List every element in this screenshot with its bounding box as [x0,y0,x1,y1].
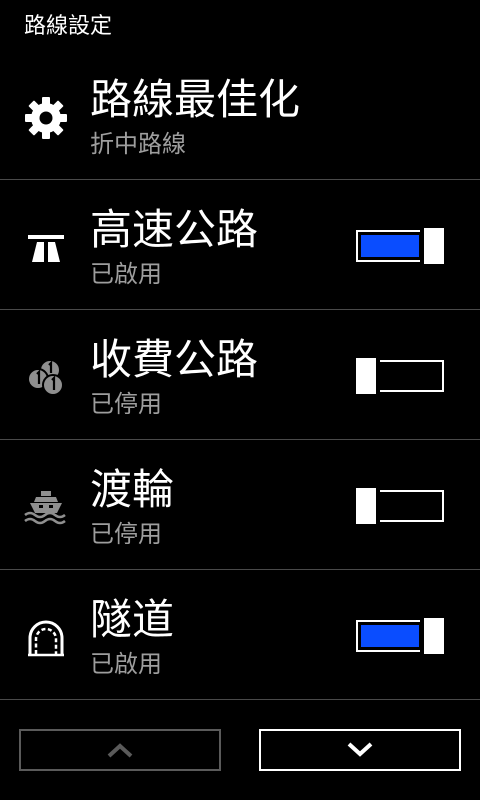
toll-roads-toggle[interactable] [356,358,444,394]
row-status: 已停用 [90,390,162,418]
row-status: 已停用 [90,520,162,548]
toggle-thumb[interactable] [424,228,444,264]
highway-icon [22,224,70,268]
row-title: 渡輪 [90,465,175,514]
ferry-icon [22,484,70,528]
tunnel-icon [22,614,70,658]
ferries-toggle[interactable] [356,488,444,524]
tunnels-toggle[interactable] [356,618,444,654]
scroll-up-button[interactable] [19,729,221,771]
chevron-down-icon [347,742,373,757]
toll-roads-row[interactable]: 收費公路 已停用 [0,310,480,440]
coins-icon [22,354,70,398]
highways-row[interactable]: 高速公路 已啟用 [0,180,480,310]
row-title: 高速公路 [90,205,259,254]
tunnels-row[interactable]: 隧道 已啟用 [0,570,480,700]
toggle-thumb[interactable] [356,358,376,394]
row-title: 路線最佳化 [90,75,301,124]
toggle-thumb[interactable] [424,618,444,654]
highways-toggle[interactable] [356,228,444,264]
route-optimization-row[interactable]: 路線最佳化 折中路線 [0,50,480,180]
page-title: 路線設定 [24,14,113,39]
row-title: 隧道 [90,595,175,644]
gear-icon [22,94,70,139]
row-title: 收費公路 [90,335,259,384]
scroll-down-button[interactable] [259,729,461,771]
row-status: 已啟用 [90,260,162,288]
ferries-row[interactable]: 渡輪 已停用 [0,440,480,570]
route-settings-list: 路線最佳化 折中路線 高速公路 已啟用 收費公路 已停用 渡輪 已停用 隧道 已… [0,50,480,700]
chevron-up-icon [107,743,133,758]
toggle-thumb[interactable] [356,488,376,524]
row-status: 已啟用 [90,650,162,678]
row-status: 折中路線 [90,130,186,158]
